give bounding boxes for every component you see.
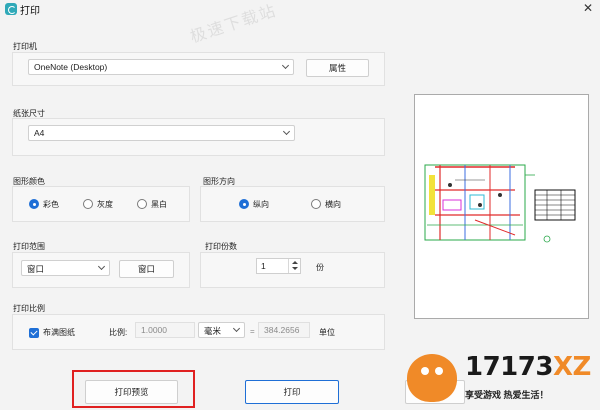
copies-stepper[interactable]: 1	[256, 258, 301, 274]
printer-select[interactable]: OneNote (Desktop)	[28, 59, 294, 75]
logo-brand-suffix: XZ	[552, 352, 591, 382]
radio-color-label[interactable]: 彩色	[43, 199, 59, 210]
paper-size-select-value: A4	[34, 128, 45, 138]
logo-brand: 17173XZ	[465, 352, 591, 382]
print-button[interactable]: 打印	[245, 380, 339, 404]
app-logo-icon	[5, 3, 17, 15]
fit-to-paper-checkbox[interactable]	[29, 328, 39, 338]
fit-to-paper-label[interactable]: 布满图纸	[43, 327, 75, 338]
paper-size-group: A4	[12, 118, 385, 156]
ratio-label: 比例:	[109, 328, 128, 337]
printer-section-label: 打印机	[13, 42, 37, 51]
copies-stepper-buttons	[288, 259, 300, 273]
radio-portrait[interactable]	[239, 199, 249, 209]
print-range-select[interactable]: 窗口	[21, 260, 110, 276]
radio-portrait-label[interactable]: 纵向	[253, 199, 269, 210]
scaled-value-input[interactable]: 384.2656	[258, 322, 310, 338]
equals-sign: =	[250, 327, 255, 336]
chevron-down-icon	[282, 127, 291, 136]
close-button[interactable]: ✕	[576, 0, 600, 18]
north-arrow-symbol	[543, 235, 551, 243]
printer-group: OneNote (Desktop) 属性	[12, 52, 385, 86]
paper-size-select[interactable]: A4	[28, 125, 295, 141]
ratio-input[interactable]: 1.0000	[135, 322, 195, 338]
chevron-down-icon	[232, 324, 241, 333]
printer-select-value: OneNote (Desktop)	[34, 62, 108, 72]
unit-label: 单位	[319, 328, 335, 337]
print-preview-pane	[414, 94, 589, 319]
window-select-button[interactable]: 窗口	[119, 260, 174, 278]
unit-select-value: 毫米	[204, 326, 222, 336]
triangle-up-icon[interactable]	[292, 261, 298, 264]
radio-grayscale[interactable]	[83, 199, 93, 209]
copies-section-label: 打印份数	[205, 242, 237, 251]
logo-slogan: 享受游戏 热爱生活！	[465, 390, 549, 400]
scale-group: 布满图纸 比例: 1.0000 毫米 = 384.2656 单位	[12, 314, 385, 350]
title-bar: 打印 ✕	[0, 0, 600, 22]
radio-monochrome[interactable]	[137, 199, 147, 209]
logo-brand-prefix: 17173	[465, 352, 553, 382]
site-logo: 17173XZ 享受游戏 热爱生活！	[405, 350, 600, 410]
properties-button[interactable]: 属性	[306, 59, 369, 77]
radio-monochrome-label[interactable]: 黑白	[151, 199, 167, 210]
print-range-select-value: 窗口	[27, 264, 45, 274]
copies-value: 1	[261, 261, 266, 271]
chevron-down-icon	[97, 262, 106, 271]
cad-drawing-thumbnail	[424, 164, 576, 243]
unit-select[interactable]: 毫米	[198, 322, 245, 338]
print-range-section-label: 打印范围	[13, 242, 45, 251]
floor-plan-drawing	[424, 164, 535, 241]
print-range-group: 窗口 窗口	[12, 252, 190, 288]
scale-section-label: 打印比例	[13, 304, 45, 313]
radio-grayscale-label[interactable]: 灰度	[97, 199, 113, 210]
highlight-box	[72, 370, 195, 408]
title-block-table	[534, 189, 576, 221]
copies-unit-label: 份	[316, 263, 324, 272]
triangle-down-icon[interactable]	[292, 267, 298, 270]
radio-landscape[interactable]	[311, 199, 321, 209]
chevron-down-icon	[281, 61, 290, 70]
window-title: 打印	[20, 6, 40, 17]
orientation-group: 纵向 横向	[200, 186, 385, 222]
radio-landscape-label[interactable]: 横向	[325, 199, 341, 210]
copies-group: 1 份	[200, 252, 385, 288]
mascot-icon	[407, 354, 457, 402]
radio-color[interactable]	[29, 199, 39, 209]
graphics-color-group: 彩色 灰度 黑白	[12, 186, 190, 222]
